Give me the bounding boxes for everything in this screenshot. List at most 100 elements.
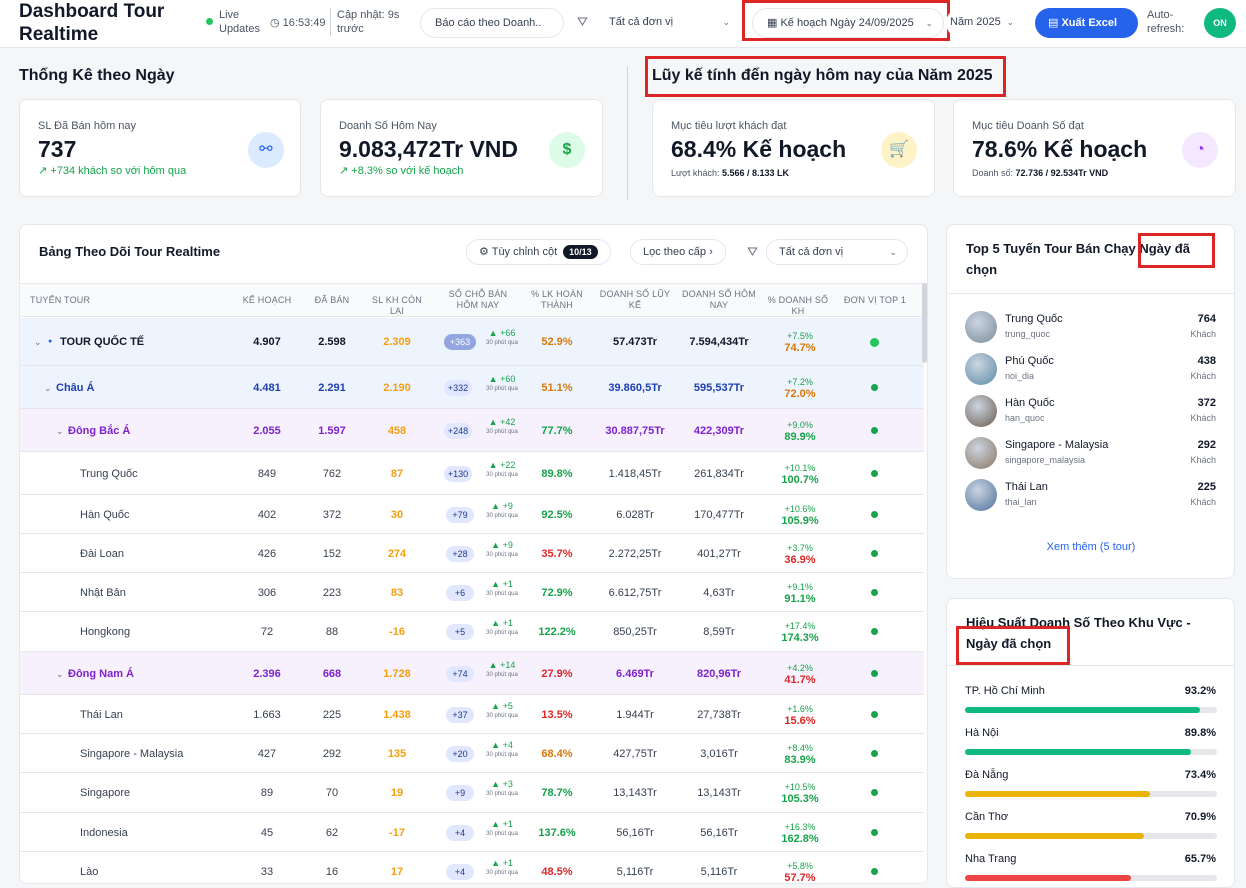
cell-plan: 2.396 (253, 667, 281, 680)
cell-plan: 402 (257, 508, 277, 521)
revenue-pct: 83.9% (784, 753, 816, 766)
column-header[interactable]: Tuyến tour (30, 295, 140, 306)
tour-count: 438 (1197, 355, 1216, 367)
tour-name[interactable]: Thái Lan (1005, 481, 1048, 493)
cell-remain: 135 (387, 747, 407, 760)
tour-name[interactable]: Trung Quốc (1005, 313, 1063, 325)
tour-name[interactable]: TOUR QUỐC TẾ (60, 335, 144, 349)
sold-today-delta: ▲ +66 (488, 328, 516, 338)
tour-name[interactable]: Đài Loan (80, 547, 124, 561)
cell-rev-cum: 56,16Tr (616, 826, 654, 839)
tour-name[interactable]: Đông Nam Á (68, 667, 134, 681)
report-type-select[interactable]: Báo cáo theo Doanh.. (420, 8, 564, 38)
chevron-down-icon[interactable]: ⌄ (56, 424, 64, 438)
year-select[interactable]: Năm 2025 ⌄ (946, 8, 1018, 38)
tour-name[interactable]: Trung Quốc (80, 467, 138, 481)
tour-code: noi_dia (1005, 371, 1035, 381)
customize-columns-button[interactable]: ⚙ Tùy chỉnh cột 10/13 (466, 239, 611, 265)
column-header[interactable]: SL KH còn lại (366, 295, 428, 317)
region-name: Cần Thơ (965, 811, 1009, 823)
tour-name[interactable]: Thái Lan (80, 708, 123, 722)
cell-rev-cum: 13,143Tr (613, 787, 657, 799)
column-header[interactable]: Kế hoạch (230, 295, 304, 306)
top-unit-dot (871, 828, 878, 836)
revenue-today-card: Doanh Số Hôm Nay 9.083,472Tr VND ↗ +8.3%… (320, 99, 603, 197)
chevron-down-icon[interactable]: ⌄ (34, 335, 42, 349)
table-row: Hongkong 72 88 -16 850,25Tr 8,59Tr +5 ▲ +1 30 ph… (20, 612, 924, 652)
cell-rev-today: 7.594,434Tr (689, 336, 749, 348)
tour-thumbnail (965, 479, 997, 511)
ago-text: 30 phút qua (486, 551, 518, 558)
cell-rev-today: 8,59Tr (703, 626, 735, 638)
tour-code: han_quoc (1005, 413, 1045, 423)
column-header[interactable]: % LK hoàn thành (525, 289, 589, 311)
tour-name[interactable]: Hongkong (80, 625, 130, 639)
cell-rev-cum: 2.272,25Tr (608, 547, 662, 560)
revenue-pct: 74.7% (784, 342, 816, 354)
completion-pct: 51.1% (541, 381, 573, 394)
tour-code: trung_quoc (1005, 329, 1051, 339)
ago-text: 30 phút qua (486, 671, 518, 678)
export-excel-button[interactable]: ▤ Xuất Excel (1035, 8, 1138, 38)
unit-select[interactable]: Tất cả đơn vị ⌄ (595, 8, 740, 38)
cell-sold: 16 (325, 866, 339, 878)
revenue-delta: +10.5% (784, 782, 816, 792)
column-header[interactable]: Doanh số lũy kế (596, 289, 674, 311)
cell-sold: 225 (322, 708, 342, 721)
column-header[interactable]: Số chỗ bán hôm nay (438, 289, 518, 311)
column-header[interactable]: Đã bán (302, 295, 362, 306)
cell-sold: 223 (322, 586, 342, 599)
top-unit-dot (871, 588, 878, 596)
tour-name[interactable]: Hàn Quốc (80, 508, 130, 522)
cell-rev-cum: 39.860,5Tr (608, 381, 662, 394)
tour-name[interactable]: Hàn Quốc (1005, 397, 1055, 409)
dollar-icon: $ (549, 132, 585, 168)
tour-name[interactable]: Châu Á (56, 381, 95, 395)
tour-name[interactable]: Phú Quốc (1005, 355, 1054, 367)
sold-today-delta: ▲ +1 (491, 818, 513, 829)
tour-name[interactable]: Singapore - Malaysia (80, 747, 183, 761)
tour-name[interactable]: Singapore - Malaysia (1005, 439, 1108, 451)
column-header[interactable]: Đơn vị top 1 (835, 295, 915, 306)
tour-name[interactable]: Indonesia (80, 826, 128, 840)
cell-rev-today: 13,143Tr (697, 787, 741, 799)
card-trend: ↗ +8.3% so với kế hoạch (339, 164, 463, 177)
revenue-pct: 174.3% (781, 632, 819, 644)
table-scrollbar[interactable] (922, 283, 927, 363)
ago-text: 30 phút qua (486, 751, 518, 758)
cell-plan: 306 (257, 586, 277, 599)
column-header[interactable]: Doanh số hôm nay (680, 289, 758, 311)
sold-today-badge: +6 (446, 584, 474, 601)
tour-name[interactable]: Đông Bắc Á (68, 424, 130, 438)
sold-today-badge: +79 (446, 506, 474, 523)
chevron-down-icon[interactable]: ⌄ (44, 381, 52, 395)
filter-icon[interactable]: ⛛ (577, 14, 588, 30)
region-progress-bar (965, 875, 1217, 881)
sold-today-badge: +37 (446, 706, 474, 723)
cell-rev-today: 3,016Tr (700, 747, 738, 760)
sold-today-delta: ▲ +5 (491, 700, 513, 711)
filter-icon[interactable]: ⛛ (747, 244, 758, 260)
revenue-delta: +1.6% (787, 703, 813, 714)
see-more-link[interactable]: Xem thêm (5 tour) (947, 541, 1234, 553)
table-row: Đài Loan 426 152 274 2.272,25Tr 401,27Tr +28 ▲ … (20, 534, 924, 573)
region-progress-bar (965, 707, 1217, 713)
cell-rev-today: 5,116Tr (700, 866, 738, 878)
tour-name[interactable]: Lào (80, 865, 98, 879)
sold-today-delta: ▲ +3 (491, 779, 513, 789)
revenue-pct: 72.0% (784, 387, 816, 400)
chevron-down-icon[interactable]: ⌄ (56, 667, 64, 681)
ago-text: 30 phút qua (486, 630, 518, 636)
filter-level-button[interactable]: Lọc theo cấp › (630, 239, 726, 265)
column-header[interactable]: % Doanh số KH (762, 295, 834, 317)
tour-name[interactable]: Nhật Bản (80, 586, 126, 600)
tour-name[interactable]: Singapore (80, 786, 130, 800)
cell-sold: 88 (325, 626, 339, 638)
table-unit-select[interactable]: Tất cả đơn vị ⌄ (766, 239, 908, 265)
card-value: 78.6% Kế hoạch (972, 136, 1148, 162)
revenue-pct: 162.8% (781, 832, 819, 845)
highlight-box (956, 626, 1070, 665)
tour-thumbnail (965, 437, 997, 469)
auto-refresh-toggle[interactable]: ON (1204, 8, 1236, 38)
tour-thumbnail (965, 311, 997, 343)
